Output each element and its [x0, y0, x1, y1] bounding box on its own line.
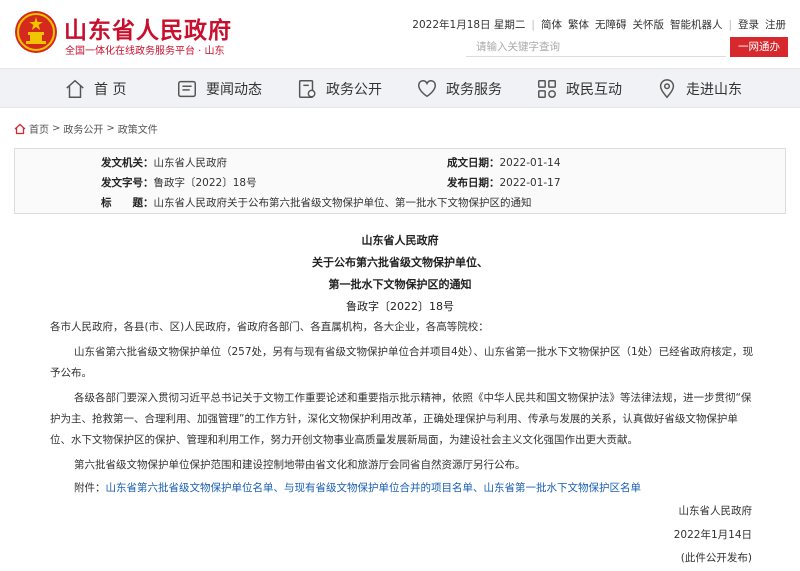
home-icon — [66, 79, 84, 98]
paragraph-2-line1: 各级各部门要深入贯彻习近平总书记关于文物工作重要论述和重要指示批示精神，依照《中… — [74, 392, 752, 404]
attachment-separator: 、 — [473, 482, 484, 494]
paragraph-1-line2: 予公布。 — [50, 367, 92, 379]
paragraph-2-line2: 护为主、抢救第一、合理利用、加强管理”的工作方针，深化文物保护利用改革，正确处理… — [50, 413, 738, 425]
nav-label: 政务公开 — [326, 82, 382, 98]
subject-value: 山东省人民政府关于公布第六批省级文物保护单位、第一批水下文物保护区的通知 — [153, 197, 532, 209]
created-date-row: 成文日期：2022-01-14 — [447, 155, 561, 170]
breadcrumb-open-affairs[interactable]: 政务公开 — [63, 121, 103, 136]
nav-item-shandong[interactable]: 走进山东 — [656, 69, 742, 109]
login-link[interactable]: 登录 — [738, 17, 759, 32]
nav-item-interaction[interactable]: 政民互动 — [536, 69, 622, 109]
nav-item-home[interactable]: 首 页 — [64, 69, 126, 109]
salutation: 各市人民政府，各县(市、区)人民政府，省政府各部门、各直属机构，各大企业，各高等… — [50, 321, 489, 333]
signature: 山东省人民政府 — [678, 505, 753, 517]
created-label: 成文日期： — [447, 157, 500, 169]
register-link[interactable]: 注册 — [765, 17, 786, 32]
search-bar: 一网通办 — [466, 37, 788, 57]
paragraph-2-line3: 位、水下文物保护区的保护、管理和利用工作，努力开创文物事业高质量发展新局面，为建… — [50, 434, 638, 446]
current-date: 2022年1月18日 星期二 — [412, 19, 526, 31]
doc-number-row: 发文字号：鲁政字〔2022〕18号 — [101, 175, 257, 190]
divider: | — [728, 18, 732, 31]
nav-label: 要闻动态 — [206, 82, 262, 98]
attachment-link-3[interactable]: 山东省第一批水下文物保护区名单 — [484, 482, 642, 494]
paragraph-1-line1: 山东省第六批省级文物保护单位（257处，另有与现有省级文物保护单位合并项目4处）… — [74, 346, 754, 358]
breadcrumb: 首页 > 政务公开 > 政策文件 — [14, 121, 158, 136]
one-network-button[interactable]: 一网通办 — [730, 37, 788, 57]
issuer-value: 山东省人民政府 — [153, 157, 228, 169]
site-title[interactable]: 山东省人民政府 — [64, 11, 232, 45]
breadcrumb-separator: > — [52, 123, 61, 134]
simplified-link[interactable]: 简体 — [541, 17, 562, 32]
doc-number-label: 发文字号： — [101, 177, 154, 189]
doc-number-value: 鲁政字〔2022〕18号 — [153, 177, 257, 189]
sign-date: 2022年1月14日 — [673, 529, 752, 541]
article-title-line2: 第一批水下文物保护区的通知 — [328, 278, 472, 291]
paragraph-3: 第六批省级文物保护单位保护范围和建设控制地带由省文化和旅游厅会同省自然资源厅另行… — [74, 459, 526, 471]
traditional-link[interactable]: 繁体 — [568, 17, 589, 32]
published-date-row: 发布日期：2022-01-17 — [447, 175, 561, 190]
nav-item-services[interactable]: 政务服务 — [416, 69, 502, 109]
breadcrumb-separator: > — [106, 123, 115, 134]
publication-note: (此件公开发布) — [680, 552, 752, 564]
issuer-row: 发文机关：山东省人民政府 — [101, 155, 227, 170]
nav-label: 走进山东 — [686, 82, 742, 98]
location-icon — [659, 79, 675, 99]
document-metadata: 发文机关：山东省人民政府 发文字号：鲁政字〔2022〕18号 标 题：山东省人民… — [14, 148, 786, 214]
divider: | — [531, 18, 535, 31]
article-title-line1: 关于公布第六批省级文物保护单位、 — [312, 256, 488, 269]
interaction-icon — [538, 80, 556, 98]
published-value: 2022-01-17 — [499, 177, 561, 189]
published-label: 发布日期： — [447, 177, 500, 189]
breadcrumb-policy-docs[interactable]: 政策文件 — [118, 121, 158, 136]
elderly-care-link[interactable]: 关怀版 — [632, 17, 664, 32]
search-input[interactable] — [466, 37, 726, 57]
attachment-link-2[interactable]: 与现有省级文物保护单位合并的项目名单 — [284, 482, 473, 494]
article-org: 山东省人民政府 — [361, 234, 439, 247]
nav-item-news[interactable]: 要闻动态 — [176, 69, 262, 109]
subject-row: 标 题：山东省人民政府关于公布第六批省级文物保护单位、第一批水下文物保护区的通知 — [101, 195, 532, 210]
attachment-link-1[interactable]: 山东省第六批省级文物保护单位名单 — [106, 482, 274, 494]
site-header: 山东省人民政府 全国一体化在线政务服务平台 · 山东 2022年1月18日 星期… — [0, 0, 800, 68]
home-icon — [14, 123, 26, 134]
nav-label: 政务服务 — [446, 82, 502, 98]
top-utility-links: 2022年1月18日 星期二 | 简体 繁体 无障碍 关怀版 智能机器人 | 登… — [412, 17, 786, 32]
breadcrumb-home[interactable]: 首页 — [29, 121, 49, 136]
nav-item-open-affairs[interactable]: 政务公开 — [296, 69, 382, 109]
nav-label: 政民互动 — [566, 82, 622, 98]
news-icon — [178, 80, 196, 98]
accessibility-link[interactable]: 无障碍 — [595, 17, 627, 32]
subject-label: 标 题： — [101, 197, 154, 209]
robot-link[interactable]: 智能机器人 — [670, 17, 723, 32]
attachment-label: 附件： — [74, 482, 106, 494]
article-doc-number: 鲁政字〔2022〕18号 — [346, 300, 454, 313]
attachments-row: 附件：山东省第六批省级文物保护单位名单、与现有省级文物保护单位合并的项目名单、山… — [74, 478, 641, 499]
issuer-label: 发文机关： — [101, 157, 154, 169]
nav-label: 首 页 — [94, 82, 127, 98]
service-icon — [418, 80, 436, 98]
main-nav: 首 页 要闻动态 政务公开 政务服务 政民互动 走进山东 — [0, 68, 800, 108]
national-emblem-icon — [15, 11, 57, 53]
attachment-separator: 、 — [273, 482, 285, 494]
created-value: 2022-01-14 — [499, 157, 561, 169]
site-subtitle: 全国一体化在线政务服务平台 · 山东 — [65, 46, 225, 57]
open-affairs-icon — [298, 80, 316, 98]
